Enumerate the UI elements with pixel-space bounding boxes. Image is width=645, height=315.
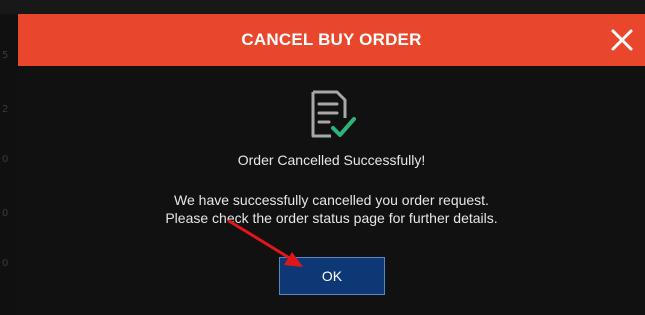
close-icon[interactable]: [607, 25, 637, 55]
axis-tick: 2: [2, 104, 9, 115]
message-line-1: We have successfully cancelled you order…: [174, 192, 489, 208]
backdrop-header-strip: [0, 0, 645, 14]
axis-tick: 0: [2, 258, 9, 269]
document-check-icon: [307, 88, 359, 144]
modal-header: CANCEL BUY ORDER: [18, 14, 645, 66]
message-line-2: Please check the order status page for f…: [165, 210, 498, 226]
axis-tick: 0: [2, 208, 9, 219]
modal-title: CANCEL BUY ORDER: [241, 30, 422, 49]
cancel-order-modal: CANCEL BUY ORDER Order Cancelled Success…: [18, 14, 645, 315]
success-heading: Order Cancelled Successfully!: [237, 152, 426, 168]
ok-button[interactable]: OK: [279, 257, 385, 295]
axis-tick: 0: [2, 154, 9, 165]
backdrop-axis-ticks: 5 2 0 0 0: [2, 0, 10, 315]
axis-tick: 5: [2, 50, 9, 61]
